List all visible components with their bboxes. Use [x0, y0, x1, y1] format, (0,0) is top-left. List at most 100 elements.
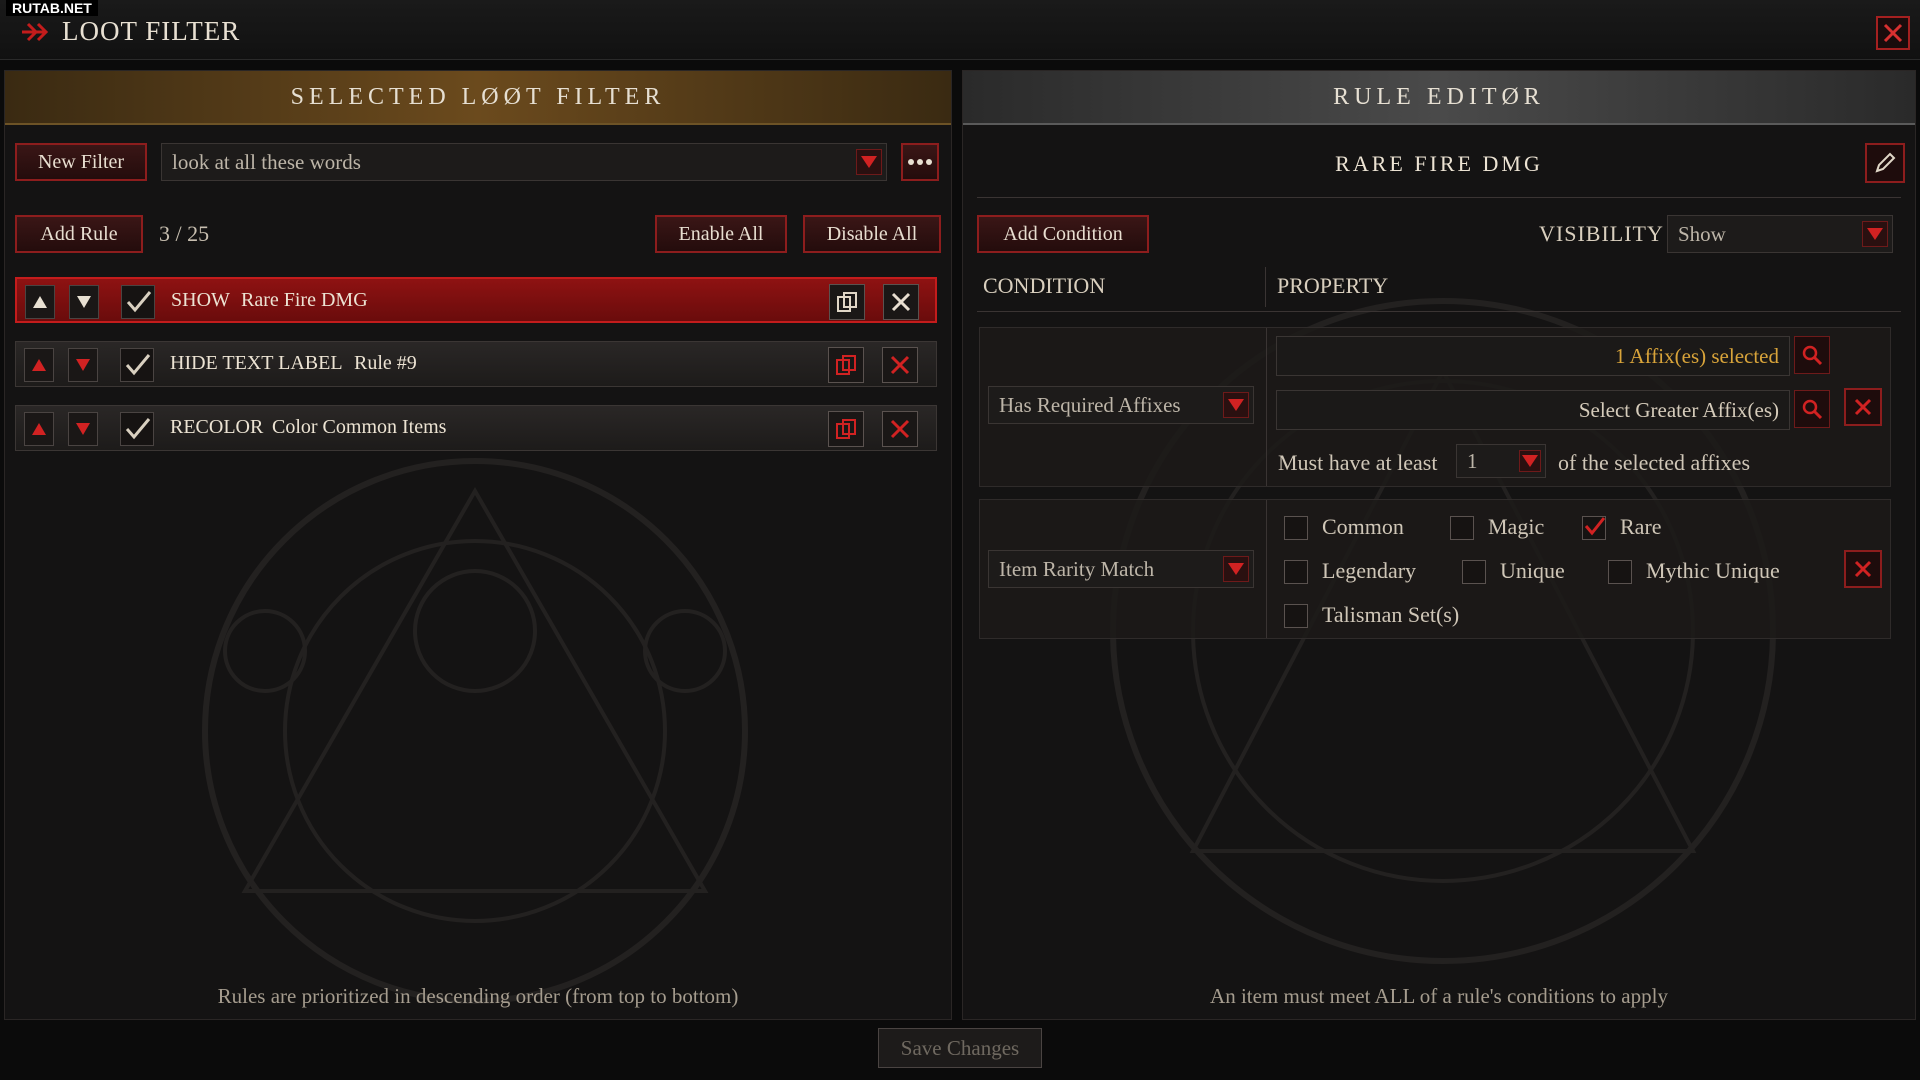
conditions-note: An item must meet ALL of a rule's condit… [1210, 984, 1668, 1008]
rule-row[interactable]: RECOLOR Color Common Items [15, 405, 937, 451]
condition-type-select[interactable]: Item Rarity Match [988, 550, 1254, 588]
duplicate-rule-button[interactable] [828, 347, 864, 383]
move-up-button[interactable] [24, 412, 54, 446]
must-have-count-value: 1 [1467, 448, 1478, 473]
checkmark-icon [126, 291, 152, 313]
close-icon [1854, 398, 1872, 416]
delete-rule-button[interactable] [882, 347, 918, 383]
save-changes-button[interactable]: Save Changes [878, 1028, 1042, 1068]
rarity-checkbox-talisman[interactable] [1284, 604, 1308, 628]
close-icon [1883, 23, 1903, 43]
rename-rule-button[interactable] [1865, 143, 1905, 183]
rarity-label-magic: Magic [1488, 514, 1545, 539]
duplicate-rule-button[interactable] [829, 284, 865, 320]
arrow-down-icon [77, 296, 91, 308]
arrow-down-icon [76, 423, 90, 435]
divider [1266, 328, 1267, 486]
rule-row[interactable]: HIDE TEXT LABEL Rule #9 [15, 341, 937, 387]
chevron-down-icon [1223, 556, 1249, 582]
selected-affixes-text: 1 Affix(es) selected [1614, 343, 1779, 368]
rarity-label-rare: Rare [1620, 514, 1662, 539]
remove-condition-button[interactable] [1844, 388, 1882, 426]
move-down-button[interactable] [68, 412, 98, 446]
selected-affixes-field[interactable]: 1 Affix(es) selected [1276, 336, 1790, 376]
rule-enabled-checkbox[interactable] [120, 348, 154, 382]
search-icon [1802, 399, 1823, 420]
add-rule-button[interactable]: Add Rule [15, 215, 143, 253]
copy-icon [837, 292, 857, 312]
rule-count: 3 / 25 [159, 221, 210, 246]
more-options-button[interactable] [901, 143, 939, 181]
rarity-label-common: Common [1322, 514, 1404, 539]
move-down-button[interactable] [68, 348, 98, 382]
arrow-up-icon [33, 296, 47, 308]
delete-rule-button[interactable] [882, 411, 918, 447]
rarity-checkbox-mythic-unique[interactable] [1608, 560, 1632, 584]
selected-loot-filter-panel: SELECTED LØØT FILTER New Filter look at … [4, 70, 952, 1020]
greater-affixes-field[interactable]: Select Greater Affix(es) [1276, 390, 1790, 430]
rarity-label-mythic-unique: Mythic Unique [1646, 558, 1780, 583]
move-up-button[interactable] [24, 348, 54, 382]
close-icon [890, 355, 910, 375]
condition-type-select[interactable]: Has Required Affixes [988, 386, 1254, 424]
rule-enabled-checkbox[interactable] [120, 412, 154, 446]
add-condition-button[interactable]: Add Condition [977, 215, 1149, 253]
rarity-label-legendary: Legendary [1322, 558, 1417, 583]
chevron-down-icon [856, 149, 882, 175]
duplicate-rule-button[interactable] [828, 411, 864, 447]
close-icon [891, 292, 911, 312]
condition-column-header: CONDITION [983, 273, 1106, 298]
divider [977, 197, 1901, 198]
chevron-down-icon [1862, 221, 1888, 247]
rule-title: RARE FIRE DMG [1335, 151, 1543, 176]
visibility-select[interactable]: Show [1667, 215, 1893, 253]
rule-row[interactable]: SHOW Rare Fire DMG [15, 277, 937, 323]
enable-all-button[interactable]: Enable All [655, 215, 787, 253]
panel-header: SELECTED LØØT FILTER [5, 71, 951, 125]
checkmark-icon [1584, 517, 1606, 536]
chevron-down-icon [1223, 392, 1249, 418]
move-up-button[interactable] [25, 285, 55, 319]
rule-name: Color Common Items [272, 416, 447, 438]
visibility-select-value: Show [1678, 221, 1726, 246]
rarity-checkbox-magic[interactable] [1450, 516, 1474, 540]
visibility-label: VISIBILITY [1539, 221, 1664, 246]
close-icon [890, 419, 910, 439]
rarity-checkbox-unique[interactable] [1462, 560, 1486, 584]
filter-select-value: look at all these words [172, 149, 361, 174]
close-window-button[interactable] [1876, 16, 1910, 50]
filter-select[interactable]: look at all these words [161, 143, 887, 181]
must-have-prefix: Must have at least [1278, 450, 1438, 475]
rule-type: RECOLOR [170, 416, 264, 438]
loot-filter-logo-icon [22, 22, 49, 42]
rarity-label-talisman: Talisman Set(s) [1322, 602, 1460, 627]
rule-type: HIDE TEXT LABEL [170, 352, 343, 374]
property-column-header: PROPERTY [1277, 273, 1389, 298]
disable-all-button[interactable]: Disable All [803, 215, 941, 253]
rarity-checkbox-legendary[interactable] [1284, 560, 1308, 584]
copy-icon [836, 355, 856, 375]
search-affixes-button[interactable] [1794, 336, 1830, 374]
chevron-down-icon [1519, 450, 1541, 472]
move-down-button[interactable] [69, 285, 99, 319]
checkmark-icon [125, 354, 151, 376]
search-greater-affixes-button[interactable] [1794, 390, 1830, 428]
watermark: RUTAB.NET [6, 0, 98, 16]
rarity-checkbox-rare[interactable] [1582, 516, 1606, 540]
new-filter-button[interactable]: New Filter [15, 143, 147, 181]
delete-rule-button[interactable] [883, 284, 919, 320]
divider [1265, 267, 1266, 307]
condition-card-affixes: Has Required Affixes 1 Affix(es) selecte… [979, 327, 1891, 487]
condition-card-rarity: Item Rarity Match Common Magic Rare Lege… [979, 499, 1891, 639]
must-have-count-select[interactable]: 1 [1456, 444, 1546, 478]
condition-type-value: Has Required Affixes [999, 392, 1181, 417]
rule-enabled-checkbox[interactable] [121, 285, 155, 319]
rule-name: Rule #9 [354, 352, 417, 374]
remove-condition-button[interactable] [1844, 550, 1882, 588]
divider [1266, 500, 1267, 638]
rarity-checkbox-common[interactable] [1284, 516, 1308, 540]
rule-type: SHOW [171, 289, 230, 311]
rule-name: Rare Fire DMG [241, 289, 368, 311]
condition-type-value: Item Rarity Match [999, 556, 1155, 581]
divider [977, 311, 1901, 312]
